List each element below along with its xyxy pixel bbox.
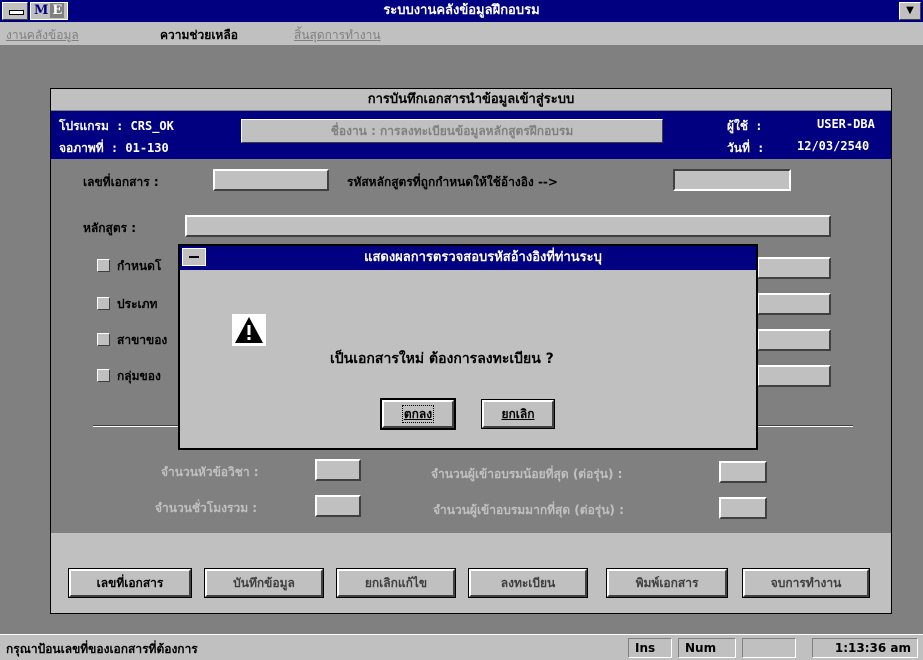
ref-code-input[interactable] [673,169,791,191]
course-input[interactable] [185,215,831,237]
min-trainees-label: จำนวนผู้เข้าอบรมน้อยที่สุด (ต่อรุ่น) : [431,467,623,481]
user-value: USER-DBA [817,117,875,131]
status-bar: กรุณาป้อนเลขที่ของเอกสารที่ต้องการ Ins N… [0,634,923,660]
scroll-down-icon[interactable]: ▼ [899,2,921,20]
cancel-edit-button[interactable]: ยกเลิกแก้ไข [336,568,456,598]
hours-total-input[interactable] [315,495,361,517]
print-button[interactable]: พิมพ์เอกสาร [606,568,728,598]
check-label-group: กลุ่มของ [117,369,161,383]
check-label-branch: สาขาของ [117,333,168,347]
main-titlebar: ME ระบบงานคลังข้อมูลฝึกอบรม ▼ [0,0,923,22]
doc-no-input[interactable] [213,169,329,191]
form-title: การบันทึกเอกสารนำข้อมูลเข้าสู่ระบบ [51,89,891,111]
dialog-titlebar: แสดงผลการตรวจสอบรหัสอ้างอิงที่ท่านระบุ [180,246,756,270]
window-title: ระบบงานคลังข้อมูลฝึกอบรม [383,3,540,18]
info-panel: โปรแกรม : CRS_OK จอภาพที่ : 01-130 ชื่อง… [51,111,891,159]
clock: 1:13:36 am [812,638,918,658]
register-button[interactable]: ลงทะเบียน [468,568,588,598]
ins-indicator: Ins [628,638,672,658]
menu-exit[interactable]: สิ้นสุดการทำงาน [294,26,381,45]
doc-no-button[interactable]: เลขที่เอกสาร [68,568,192,598]
define-input[interactable] [757,257,831,279]
user-label: ผู้ใช้ : [727,119,763,133]
checkbox-define[interactable] [97,259,110,272]
date-label: วันที่ : [727,141,765,155]
course-label: หลักสูตร : [83,221,137,235]
num-indicator: Num [678,638,736,658]
counts-area: จำนวนหัวข้อวิชา : จำนวนชั่วโมงรวม : จำนว… [51,451,891,533]
doc-no-label: เลขที่เอกสาร : [83,175,159,189]
doc-row: เลขที่เอกสาร : รหัสหลักสูตรที่ถูกกำหนดให… [51,159,891,205]
max-trainees-input[interactable] [719,497,767,519]
checkbox-branch[interactable] [97,333,110,346]
menu-bar: งานคลังข้อมูล ความช่วยเหลือ สิ้นสุดการทำ… [0,22,923,46]
status-message: กรุณาป้อนเลขที่ของเอกสารที่ต้องการ [6,642,198,656]
min-trainees-input[interactable] [719,461,767,483]
ok-button[interactable]: ตกลง [380,398,456,430]
max-trainees-label: จำนวนผู้เข้าอบรมมากที่สุด (ต่อรุ่น) : [433,503,624,517]
program-label: โปรแกรม : CRS_OK [59,119,174,133]
date-value: 12/03/2540 [797,139,870,153]
dialog-message: เป็นเอกสารใหม่ ต้องการลงทะเบียน ? [330,351,554,367]
empty-indicator [742,638,796,658]
exit-button[interactable]: จบการทำงาน [742,568,870,598]
subject-count-input[interactable] [315,459,361,481]
subject-count-label: จำนวนหัวข้อวิชา : [161,465,259,479]
cancel-button-label: ยกเลิก [501,407,535,421]
hours-total-label: จำนวนชั่วโมงรวม : [155,501,258,515]
ok-button-label: ตกลง [401,405,435,423]
warning-icon [232,314,266,346]
ref-code-label: รหัสหลักสูตรที่ถูกกำหนดให้ใช้อ้างอิง --> [347,175,558,189]
check-label-define: กำหนดโ [117,259,162,273]
save-button[interactable]: บันทึกข้อมูล [204,568,324,598]
cancel-button[interactable]: ยกเลิก [481,399,555,429]
button-bar: เลขที่เอกสาร บันทึกข้อมูล ยกเลิกแก้ไข ลง… [51,533,891,613]
check-label-type: ประเภท [117,297,158,311]
checkbox-group[interactable] [97,369,110,382]
dialog-title: แสดงผลการตรวจสอบรหัสอ้างอิงที่ท่านระบุ [364,250,602,265]
group-input[interactable] [757,365,831,387]
confirm-dialog: แสดงผลการตรวจสอบรหัสอ้างอิงที่ท่านระบุ เ… [178,244,758,450]
type-input[interactable] [757,293,831,315]
screen-label: จอภาพที่ : 01-130 [59,141,169,155]
checkbox-type[interactable] [97,297,110,310]
menu-help[interactable]: ความช่วยเหลือ [160,26,238,45]
system-name-box: ชื่องาน : การลงทะเบียนข้อมูลหลักสูตรฝึกอ… [241,119,663,143]
dialog-system-menu-button[interactable] [182,248,206,266]
branch-input[interactable] [757,329,831,351]
menu-data-warehouse[interactable]: งานคลังข้อมูล [6,26,79,45]
